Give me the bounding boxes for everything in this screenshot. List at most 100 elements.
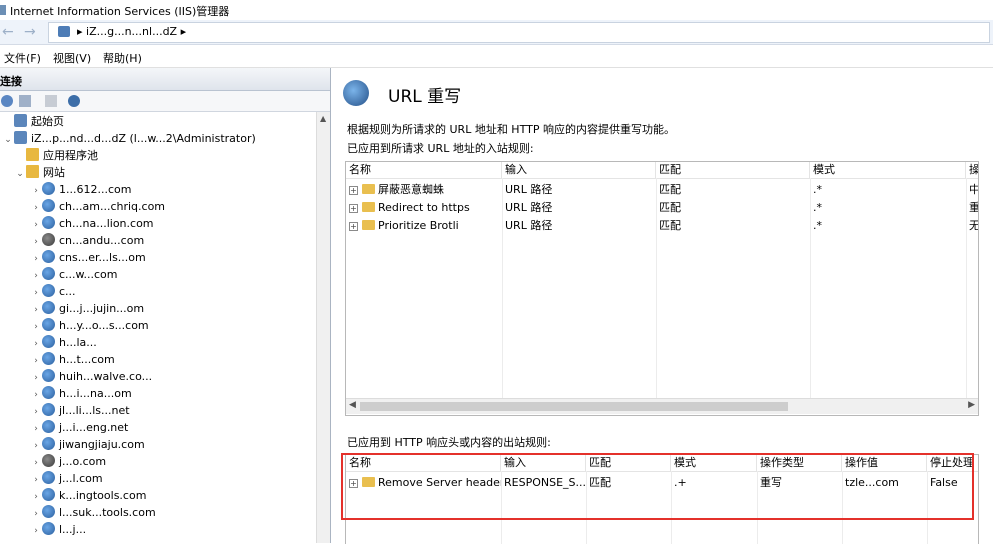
folder-icon: [362, 477, 375, 487]
back-arrow-icon[interactable]: ←: [2, 24, 18, 40]
connections-title: 连接: [0, 75, 22, 88]
globe-icon: [42, 199, 55, 212]
globe-icon: [42, 471, 55, 484]
expand-icon[interactable]: +: [349, 222, 358, 231]
tree-item-app-pools[interactable]: 应用程序池: [14, 147, 98, 164]
column-header[interactable]: 停止处理: [927, 455, 978, 471]
column-header[interactable]: 模式: [810, 162, 966, 178]
scroll-thumb[interactable]: [360, 402, 788, 411]
menu-view[interactable]: 视图(V): [53, 50, 91, 66]
site-item[interactable]: › gi...j...jujin...om: [30, 300, 144, 317]
table-cell: False: [930, 476, 958, 489]
grid-header: 名称 输入 匹配 模式 操作类型 操作值 停止处理: [346, 455, 978, 472]
save-icon[interactable]: [19, 95, 31, 107]
scroll-left-icon[interactable]: ◀: [349, 400, 356, 410]
breadcrumb[interactable]: ▸ iZ...g...n...nl...dZ ▸: [48, 22, 990, 43]
column-header[interactable]: 操作类型: [757, 455, 842, 471]
column-header[interactable]: 名称: [346, 162, 502, 178]
site-item[interactable]: › l...j...: [30, 521, 86, 538]
site-item[interactable]: › h...i...na...om: [30, 385, 132, 402]
feature-pane: URL 重写 根据规则为所请求的 URL 地址和 HTTP 响应的内容提供重写功…: [331, 68, 993, 544]
table-cell: .*: [813, 219, 822, 232]
table-row[interactable]: + Remove Server header RESPONSE_S... 匹配 .+ 重写…: [346, 474, 978, 491]
menu-help[interactable]: 帮助(H): [103, 50, 142, 66]
expand-icon[interactable]: +: [349, 204, 358, 213]
site-item[interactable]: › cn...andu...com: [30, 232, 144, 249]
site-item[interactable]: › 1...612...com: [30, 181, 131, 198]
site-label: cns...er...ls...om: [59, 251, 146, 264]
scroll-up-icon[interactable]: ▲: [320, 114, 326, 123]
globe-icon: [42, 335, 55, 348]
site-item[interactable]: › h...y...o...s...com: [30, 317, 149, 334]
site-item[interactable]: › huih...walve.co...: [30, 368, 152, 385]
site-label: j...o.com: [59, 455, 107, 468]
site-item[interactable]: › j...i...eng.net: [30, 419, 128, 436]
sites-folder-icon: [26, 165, 39, 178]
outbound-rules-grid: 名称 输入 匹配 模式 操作类型 操作值 停止处理 + Remove Server…: [345, 454, 979, 544]
expand-icon[interactable]: ›: [30, 523, 42, 540]
site-item[interactable]: › jl...li...ls...net: [30, 402, 130, 419]
column-header[interactable]: 模式: [671, 455, 757, 471]
table-cell: 无: [969, 219, 978, 232]
column-header[interactable]: 输入: [501, 455, 586, 471]
table-cell: URL 路径: [505, 219, 553, 232]
expand-icon[interactable]: +: [349, 479, 358, 488]
site-label: cn...andu...com: [59, 234, 145, 247]
table-cell: + Redirect to https: [349, 201, 470, 214]
outbound-rules-label: 已应用到 HTTP 响应头或内容的出站规则:: [347, 436, 551, 449]
address-bar: ← → ▸ iZ...g...n...nl...dZ ▸: [0, 20, 993, 45]
site-item[interactable]: › ch...am...chriq.com: [30, 198, 165, 215]
table-cell: + Remove Server header: [349, 476, 501, 489]
site-item[interactable]: › j...l.com: [30, 470, 103, 487]
refresh-icon[interactable]: [68, 95, 80, 107]
breadcrumb-server[interactable]: ▸ iZ...g...n...nl...dZ ▸: [77, 25, 186, 38]
site-item[interactable]: › j...o.com: [30, 453, 106, 470]
site-item[interactable]: › ch...na...lion.com: [30, 215, 154, 232]
menu-file[interactable]: 文件(F): [4, 50, 41, 66]
table-row[interactable]: + Prioritize Brotli URL 路径 匹配 .* 无: [346, 217, 978, 234]
site-label: gi...j...jujin...om: [59, 302, 145, 315]
table-cell: URL 路径: [505, 201, 553, 214]
table-row[interactable]: + Redirect to https URL 路径 匹配 .* 重: [346, 199, 978, 216]
scroll-right-icon[interactable]: ▶: [968, 400, 975, 410]
collapse-icon[interactable]: ⌄: [2, 132, 14, 149]
column-header[interactable]: 操作值: [842, 455, 927, 471]
forward-arrow-icon[interactable]: →: [24, 24, 40, 40]
globe-icon: [42, 522, 55, 535]
tree-item-start-page[interactable]: 起始页: [2, 113, 64, 130]
site-item[interactable]: › l...suk...tools.com: [30, 504, 156, 521]
table-cell: tzle...com: [845, 476, 899, 489]
column-header[interactable]: 匹配: [586, 455, 671, 471]
title-bar: Internet Information Services (IIS)管理器: [0, 0, 993, 21]
column-header[interactable]: 匹配: [656, 162, 810, 178]
globe-icon: [42, 488, 55, 501]
site-item[interactable]: › c...w...com: [30, 266, 118, 283]
column-header[interactable]: 操: [966, 162, 978, 178]
globe-icon: [42, 216, 55, 229]
site-label: c...: [59, 285, 76, 298]
globe-icon: [42, 437, 55, 450]
table-row[interactable]: + 屏蔽恶意蜘蛛 URL 路径 匹配 .* 中: [346, 181, 978, 198]
connect-icon[interactable]: [1, 95, 13, 107]
site-item[interactable]: › cns...er...ls...om: [30, 249, 146, 266]
up-icon[interactable]: [45, 95, 57, 107]
site-item[interactable]: › k...ingtools.com: [30, 487, 146, 504]
globe-icon: [42, 284, 55, 297]
globe-icon: [42, 250, 55, 263]
site-item[interactable]: › h...t...com: [30, 351, 115, 368]
column-header[interactable]: 名称: [346, 455, 501, 471]
site-item[interactable]: › c...: [30, 283, 76, 300]
table-cell: .*: [813, 201, 822, 214]
inbound-horizontal-scrollbar[interactable]: ◀ ▶: [346, 398, 978, 414]
site-item[interactable]: › h...la...: [30, 334, 97, 351]
app-icon: [0, 5, 6, 15]
column-header[interactable]: 输入: [502, 162, 656, 178]
table-cell: 中: [969, 183, 978, 196]
tree-scrollbar[interactable]: ▲: [316, 112, 330, 543]
tree-item-sites[interactable]: ⌄ 网站: [14, 164, 65, 181]
collapse-icon[interactable]: ⌄: [14, 166, 26, 183]
connections-pane: 连接 起始页 ⌄ iZ...p...nd...d...dZ (l...w...2\…: [0, 68, 331, 543]
expand-icon[interactable]: +: [349, 186, 358, 195]
site-item[interactable]: › jiwangjiaju.com: [30, 436, 145, 453]
tree-item-server[interactable]: ⌄ iZ...p...nd...d...dZ (l...w...2\Adminis…: [2, 130, 256, 147]
